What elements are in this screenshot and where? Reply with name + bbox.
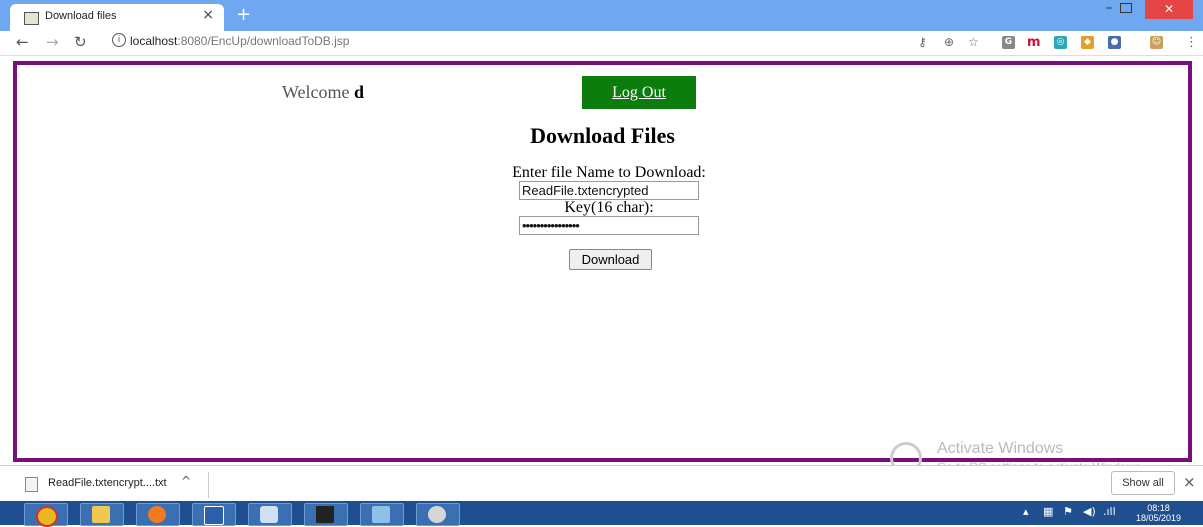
system-clock[interactable]: 08:18 18/05/2019 [1136, 503, 1181, 523]
close-downloads-bar-icon[interactable]: × [1183, 473, 1196, 491]
bookmark-star-icon[interactable]: ☆ [968, 35, 979, 49]
network-adapter-icon[interactable]: ▦ [1043, 505, 1053, 518]
download-options-caret-icon[interactable]: ^ [181, 474, 191, 488]
windows-taskbar: ▴ ▦ ⚑ ◀) .ıll 08:18 18/05/2019 [0, 501, 1203, 527]
divider [208, 472, 209, 498]
firefox-icon [148, 506, 166, 523]
taskbar-word[interactable] [192, 503, 236, 526]
username: d [354, 82, 365, 102]
tab-title: Download files [45, 10, 117, 22]
folder-icon [92, 506, 110, 523]
browser-tab[interactable]: Download files × [10, 4, 224, 31]
browser-tabstrip: Download files × + – ✕ [0, 0, 1203, 31]
extension-bird-icon[interactable]: ◆ [1081, 36, 1094, 49]
terminal-icon [316, 506, 334, 523]
zoom-icon[interactable]: ⊕ [944, 35, 954, 49]
menu-kebab-icon[interactable]: ⋮ [1185, 35, 1198, 50]
watermark-title: Activate Windows [937, 440, 1064, 457]
signal-icon[interactable]: .ıll [1103, 505, 1116, 518]
tab-close-icon[interactable]: × [202, 7, 214, 23]
extension-shield-icon[interactable]: ● [1108, 36, 1121, 49]
forward-icon[interactable]: → [46, 33, 59, 51]
key-icon[interactable]: ⚷ [918, 35, 927, 49]
content-frame: Welcome d Log Out Download Files Enter f… [13, 61, 1192, 462]
cube-icon [260, 506, 278, 523]
page-title: Download Files [530, 123, 675, 148]
taskbar-firefox[interactable] [136, 503, 180, 526]
url-text: localhost:8080/EncUp/downloadToDB.jsp [130, 34, 350, 48]
extension-g-icon[interactable]: G [1002, 36, 1015, 49]
taskbar-editor[interactable] [360, 503, 404, 526]
downloads-bar: ReadFile.txtencrypt....txt ^ Show all × [0, 465, 1203, 502]
download-button[interactable]: Download [569, 249, 652, 270]
taskbar-virtualbox[interactable] [248, 503, 292, 526]
key-label: Key(16 char): [564, 199, 654, 216]
reload-icon[interactable]: ↻ [74, 33, 87, 51]
logout-button[interactable]: Log Out [582, 76, 696, 109]
editor-icon [372, 506, 390, 523]
action-center-icon[interactable]: ⚑ [1063, 505, 1073, 518]
word-icon [204, 506, 224, 525]
taskbar-mysql[interactable] [304, 503, 348, 526]
file-name-label: Enter file Name to Download: [512, 164, 706, 181]
taskbar-paint[interactable] [416, 503, 460, 526]
address-bar[interactable]: i localhost:8080/EncUp/downloadToDB.jsp [100, 32, 820, 52]
profile-avatar-icon[interactable]: ☺ [1150, 36, 1163, 49]
chrome-icon [36, 506, 58, 527]
window-close-icon[interactable]: ✕ [1145, 0, 1193, 19]
back-icon[interactable]: ← [16, 33, 29, 51]
file-name-input[interactable]: ReadFile.txtencrypted [519, 181, 699, 200]
favicon-icon [24, 12, 39, 25]
info-icon[interactable]: i [112, 33, 126, 47]
minimize-icon[interactable]: – [1098, 0, 1120, 16]
browser-toolbar: ← → ↻ i localhost:8080/EncUp/downloadToD… [0, 31, 1203, 56]
extension-round-icon[interactable]: ◎ [1054, 36, 1067, 49]
downloaded-file-name[interactable]: ReadFile.txtencrypt....txt [48, 477, 167, 489]
restore-icon[interactable] [1120, 3, 1132, 13]
new-tab-button[interactable]: + [236, 4, 251, 25]
file-icon [25, 477, 38, 492]
extension-m-icon[interactable]: m [1027, 36, 1041, 49]
key-input[interactable]: •••••••••••••••• [519, 216, 699, 235]
welcome-text: Welcome d [282, 82, 365, 102]
tray-expand-icon[interactable]: ▴ [1023, 505, 1029, 518]
show-all-button[interactable]: Show all [1111, 471, 1175, 495]
taskbar-chrome[interactable] [24, 503, 68, 527]
paint-icon [428, 506, 446, 523]
taskbar-explorer[interactable] [80, 503, 124, 526]
volume-icon[interactable]: ◀) [1083, 505, 1096, 518]
